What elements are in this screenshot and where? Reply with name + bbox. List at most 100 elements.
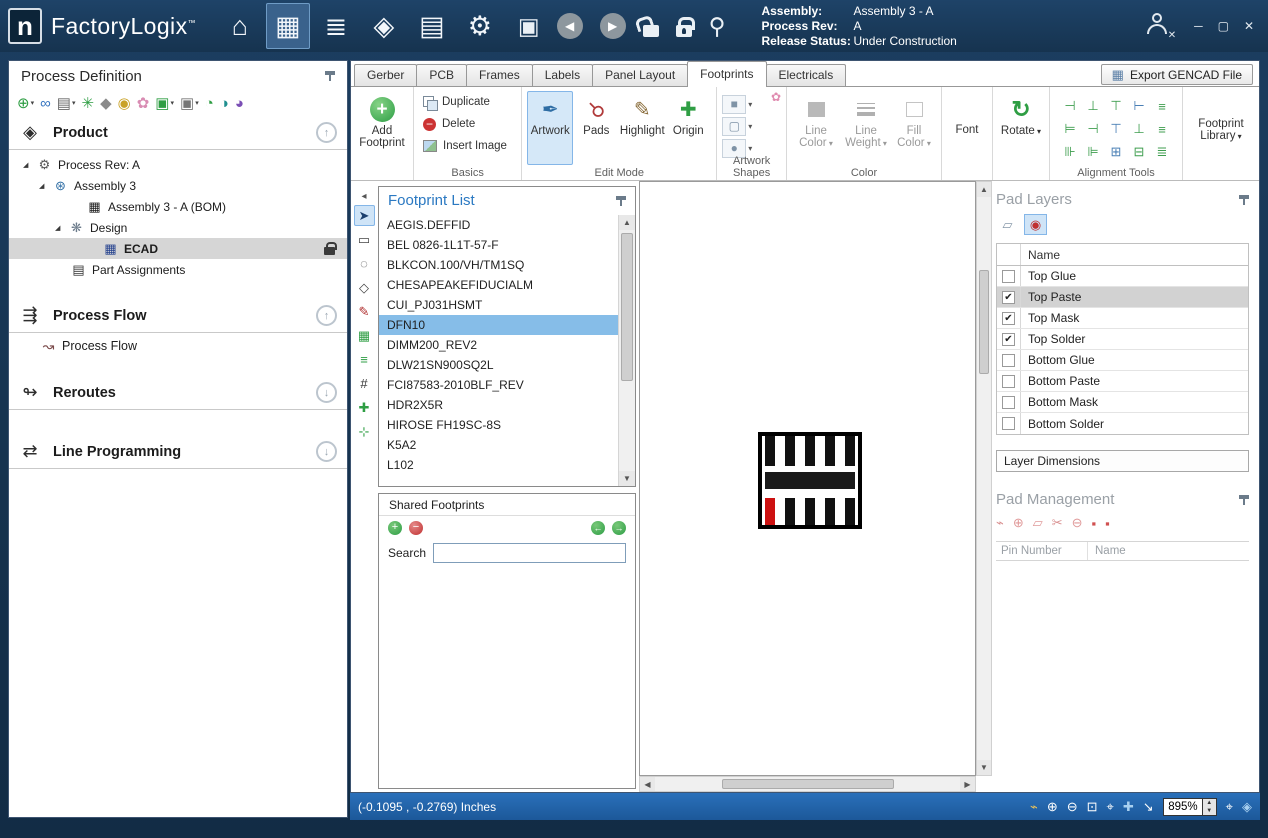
pad[interactable] [845, 498, 855, 525]
pad-layer-row[interactable]: Top Mask [997, 308, 1248, 329]
footprint-list-item[interactable]: DLW21SN900SQ2L [379, 355, 618, 375]
tab[interactable]: Electricals [766, 64, 847, 86]
alignment-tool-icon[interactable]: ⊨ [1060, 119, 1080, 139]
pad-layer-row[interactable]: Bottom Solder [997, 413, 1248, 434]
pin-icon[interactable] [1239, 494, 1249, 506]
pad-management-tool-icon[interactable]: ▪ [1092, 516, 1097, 531]
tree-node[interactable]: ⚙ Process Rev: A [9, 154, 347, 175]
pad-layer-row[interactable]: Bottom Mask [997, 392, 1248, 413]
alignment-tool-icon[interactable]: ⊫ [1083, 142, 1103, 162]
pad[interactable] [825, 498, 835, 525]
collapse-down-icon[interactable]: ↓ [316, 441, 337, 462]
edit-mode-button[interactable]: ⚲ Pads [573, 91, 619, 165]
fill-color-button[interactable]: Fill Color [892, 91, 936, 165]
edit-tool-icon[interactable]: ▦ [354, 325, 375, 346]
footprint-list-item[interactable]: CHESAPEAKEFIDUCIALM [379, 275, 618, 295]
pad-management-tool-icon[interactable]: ▱ [1033, 515, 1043, 531]
zoom-increase-button[interactable] [1203, 799, 1216, 807]
toolbar-icon[interactable]: ✿ [137, 94, 150, 112]
lock-icon[interactable] [676, 25, 692, 37]
pad[interactable] [765, 436, 775, 466]
pad-layer-row[interactable]: Top Solder [997, 329, 1248, 350]
shape-button[interactable]: ▢ [722, 117, 746, 136]
add-shared-button[interactable]: + [388, 521, 402, 535]
layer-checkbox[interactable] [1002, 270, 1015, 283]
toolbar-icon[interactable]: ✳ [82, 94, 95, 112]
edit-tool-icon[interactable]: # [354, 373, 375, 394]
window-control-button[interactable]: ✕ [1244, 19, 1254, 33]
alignment-tool-icon[interactable]: ⊥ [1129, 119, 1149, 139]
shape-dropdown-caret[interactable]: ▾ [748, 122, 752, 131]
toolbar-icon[interactable]: ∞ [40, 95, 51, 112]
footprint-list-item[interactable]: L102 [379, 455, 618, 475]
footprint-list-scrollbar[interactable] [618, 215, 635, 486]
window-control-button[interactable]: ─ [1194, 19, 1203, 33]
edit-tool-icon[interactable]: ✎ [354, 301, 375, 322]
status-tool-icon[interactable]: ⊕ [1047, 799, 1058, 815]
artwork-canvas[interactable] [639, 181, 976, 776]
alignment-tool-icon[interactable]: ⊥ [1083, 96, 1103, 116]
tree-node[interactable]: ▤ Part Assignments [9, 259, 347, 280]
layer-view-icon[interactable]: ◉ [1024, 214, 1047, 235]
save-icon[interactable]: ▣ [518, 13, 540, 40]
edit-mode-button[interactable]: ✒ Artwork [527, 91, 573, 165]
status-tool-icon[interactable]: ✚ [1123, 799, 1134, 815]
alignment-tool-icon[interactable]: ≡ [1152, 119, 1172, 139]
line-programming-section-header[interactable]: ⇄ Line Programming ↓ [9, 434, 347, 469]
status-tool-icon[interactable]: ⌁ [1030, 799, 1038, 815]
collapse-up-icon[interactable]: ↑ [316, 122, 337, 143]
edit-mode-button[interactable]: ✎ Highlight [619, 91, 665, 165]
pad[interactable] [785, 498, 795, 525]
footprint-list-item[interactable]: CUI_PJ031HSMT [379, 295, 618, 315]
tab[interactable]: Labels [532, 64, 593, 86]
canvas-vertical-scrollbar[interactable] [976, 181, 992, 776]
user-search-icon[interactable]: ⚲ [709, 13, 726, 40]
unlock-icon[interactable] [643, 25, 659, 37]
move-right-button[interactable]: → [612, 521, 626, 535]
pad-layer-row[interactable]: Top Glue [997, 266, 1248, 287]
status-tool-icon[interactable]: ↘ [1143, 799, 1154, 815]
expander-icon[interactable] [23, 161, 35, 169]
layer-checkbox[interactable] [1002, 312, 1015, 325]
tree-node[interactable]: ❋ Design [9, 217, 347, 238]
collapse-down-icon[interactable]: ↓ [316, 382, 337, 403]
forward-button[interactable]: ▶ [600, 13, 626, 39]
scroll-thumb[interactable] [621, 233, 633, 381]
scroll-up-arrow[interactable] [619, 215, 635, 230]
tab[interactable]: Footprints [687, 61, 766, 87]
footprint-list-item[interactable]: DIMM200_REV2 [379, 335, 618, 355]
layer-checkbox[interactable] [1002, 417, 1015, 430]
edit-tool-icon[interactable]: ➤ [354, 205, 375, 226]
alignment-tool-icon[interactable]: ⊢ [1129, 96, 1149, 116]
toolbar-icon[interactable]: ◆ [100, 94, 112, 112]
process-flow-item[interactable]: ↝ Process Flow [9, 333, 347, 359]
rotate-button[interactable]: ↻ Rotate [998, 91, 1044, 165]
tab[interactable]: PCB [416, 64, 467, 86]
scroll-thumb[interactable] [979, 270, 989, 374]
process-flow-section-header[interactable]: ⇶ Process Flow ↑ [9, 298, 347, 333]
layer-dimensions-expander[interactable]: Layer Dimensions [996, 450, 1249, 472]
add-footprint-button[interactable]: + Add Footprint [356, 91, 408, 165]
tab[interactable]: Gerber [354, 64, 417, 86]
zoom-decrease-button[interactable] [1203, 807, 1216, 815]
shape-dropdown-caret[interactable]: ▾ [748, 144, 752, 153]
shared-search-input[interactable] [433, 543, 626, 563]
toolbar-icon[interactable]: ▣ [155, 94, 174, 112]
footprint-list-item[interactable]: HDR2X5R [379, 395, 618, 415]
pad-management-tool-icon[interactable]: ✂ [1052, 515, 1063, 531]
product-section-header[interactable]: ◈ Product ↑ [9, 115, 347, 150]
scroll-right-arrow[interactable] [960, 777, 975, 791]
scroll-left-arrow[interactable] [640, 777, 655, 791]
edit-mode-button[interactable]: ✚ Origin [665, 91, 711, 165]
font-button[interactable]: Font [947, 91, 987, 165]
alignment-tool-icon[interactable]: ⊣ [1083, 119, 1103, 139]
edit-tool-icon[interactable]: ≡ [354, 349, 375, 370]
insert-image-button[interactable]: Insert Image [419, 135, 516, 157]
alignment-tool-icon[interactable]: ⊤ [1106, 96, 1126, 116]
toolbar-icon[interactable]: ▣ [180, 94, 199, 112]
toolbar-icon[interactable]: ◔ [205, 95, 214, 112]
module-button[interactable]: ⚙ [458, 3, 502, 49]
duplicate-button[interactable]: Duplicate [419, 91, 516, 113]
tab[interactable]: Panel Layout [592, 64, 688, 86]
alignment-tool-icon[interactable]: ≣ [1152, 142, 1172, 162]
